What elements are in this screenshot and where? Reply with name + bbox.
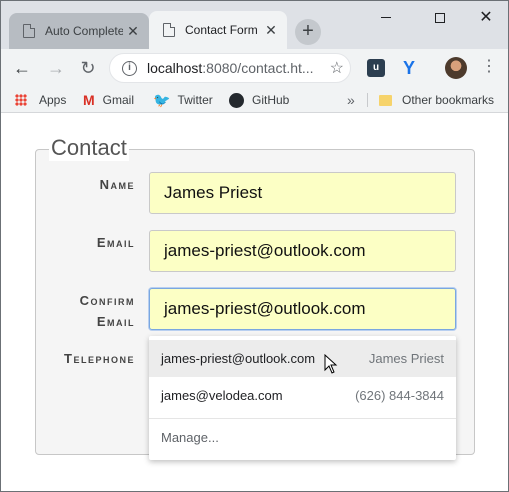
page-icon (163, 22, 176, 37)
confirm-email-input[interactable]: james-priest@outlook.com (149, 288, 456, 330)
url-host: localhost (147, 60, 203, 76)
tab-strip: Auto Complete ✕ Contact Form ✕ + ✕ (1, 1, 508, 49)
address-bar[interactable]: i localhost:8080/contact.ht... ☆ (109, 53, 351, 83)
tab-title: Contact Form (185, 23, 258, 37)
window-close-button[interactable]: ✕ (471, 5, 501, 31)
bookmark-other[interactable]: Other bookmarks (379, 91, 494, 109)
bookmark-label: Other bookmarks (402, 93, 495, 107)
suggestion-value: james@velodea.com (161, 388, 283, 403)
tab-contact-form[interactable]: Contact Form ✕ (149, 11, 287, 49)
bookmarks-divider (367, 93, 368, 107)
bookmark-star-icon[interactable]: ☆ (330, 58, 344, 78)
bookmark-label: GitHub (252, 93, 290, 107)
suggestion-value: james-priest@outlook.com (161, 351, 316, 366)
confirm-email-label-line1: Confirm (79, 293, 135, 308)
tab-close-icon[interactable]: ✕ (261, 22, 281, 39)
back-button[interactable]: ← (9, 55, 35, 81)
menu-kebab-icon[interactable]: ⋮ (481, 57, 497, 79)
email-label: Email (96, 235, 135, 250)
profile-avatar[interactable] (445, 57, 467, 79)
tab-title: Auto Complete (45, 24, 123, 38)
apps-grid-icon (15, 94, 27, 106)
url-text[interactable]: localhost:8080/contact.ht... (147, 60, 317, 76)
suggestion-detail: (626) 844-3844 (355, 388, 444, 403)
name-input[interactable]: James Priest (149, 172, 456, 214)
bookmark-label: Apps (39, 93, 67, 107)
github-icon (229, 92, 244, 108)
minimize-button[interactable] (371, 5, 401, 31)
forward-button[interactable]: → (43, 55, 69, 81)
twitter-bird-icon: 🐦 (153, 91, 171, 108)
bookmark-label: Twitter (177, 93, 213, 107)
minimize-icon (381, 17, 391, 19)
gmail-icon: M (83, 92, 95, 108)
bookmarks-bar: Apps M Gmail 🐦 Twitter GitHub » Other bo… (1, 87, 508, 113)
name-label: Name (99, 177, 135, 192)
browser-window: Auto Complete ✕ Contact Form ✕ + ✕ ← → ↻… (0, 0, 509, 492)
manage-autofill-link[interactable]: Manage... (161, 430, 219, 445)
page-content: Contact Name James Priest Email james-pr… (1, 114, 508, 491)
mouse-pointer-icon (324, 354, 338, 374)
tab-auto-complete[interactable]: Auto Complete ✕ (9, 13, 149, 49)
autocomplete-suggestion[interactable]: james@velodea.com (626) 844-3844 (149, 377, 456, 414)
bookmark-twitter[interactable]: 🐦 Twitter (153, 91, 213, 109)
info-icon[interactable]: i (122, 60, 137, 76)
browser-toolbar: ← → ↻ i localhost:8080/contact.ht... ☆ u… (1, 49, 508, 87)
tab-close-icon[interactable]: ✕ (123, 23, 143, 40)
autocomplete-suggestion[interactable]: james-priest@outlook.com James Priest (149, 340, 456, 377)
bookmark-label: Gmail (102, 93, 135, 107)
bookmark-gmail[interactable]: M Gmail (83, 91, 134, 109)
maximize-icon (435, 12, 445, 23)
autocomplete-divider (149, 418, 456, 419)
maximize-button[interactable] (425, 5, 455, 31)
telephone-label: Telephone (64, 351, 135, 366)
form-legend: Contact (49, 135, 129, 161)
bookmark-apps[interactable]: Apps (15, 91, 66, 109)
email-input[interactable]: james-priest@outlook.com (149, 230, 456, 272)
suggestion-detail: James Priest (368, 351, 444, 366)
folder-icon (379, 94, 392, 106)
extension-u-icon[interactable]: u (367, 59, 385, 77)
new-tab-button[interactable]: + (295, 19, 321, 45)
extension-y-icon[interactable]: Y (399, 57, 419, 79)
url-path: :8080/contact.ht... (202, 60, 314, 76)
page-icon (23, 23, 36, 38)
reload-button[interactable]: ↻ (75, 55, 101, 81)
autocomplete-dropdown: james-priest@outlook.com James Priest ja… (149, 336, 456, 460)
bookmark-github[interactable]: GitHub (229, 91, 289, 109)
confirm-email-label-line2: Email (96, 314, 135, 329)
bookmarks-overflow-icon[interactable]: » (347, 91, 355, 109)
